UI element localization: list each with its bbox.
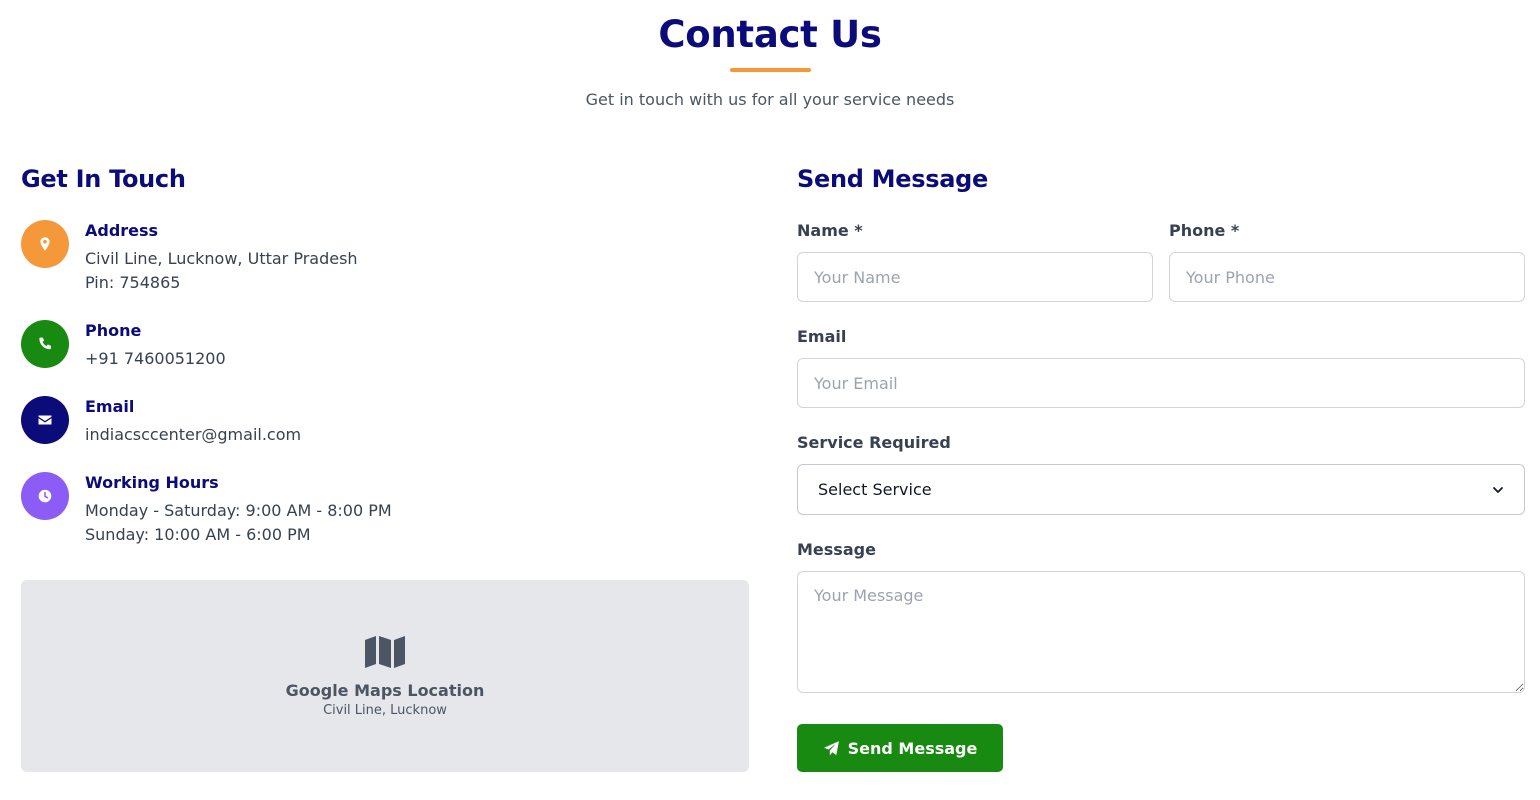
working-hours-title: Working Hours [85, 473, 219, 492]
name-input[interactable] [797, 252, 1153, 302]
email-address: indiacsccenter@gmail.com [85, 425, 302, 444]
get-in-touch-heading: Get In Touch [21, 165, 186, 193]
email-title: Email [85, 397, 135, 416]
get-in-touch-section: Get In Touch Address Civil Line, Lucknow… [21, 162, 749, 772]
location-pin-icon [21, 220, 69, 268]
map-icon [364, 635, 406, 669]
page-title: Contact Us [658, 13, 882, 56]
weekday-hours: Monday - Saturday: 9:00 AM - 8:00 PM [85, 501, 392, 520]
paper-plane-icon [823, 740, 839, 755]
message-textarea[interactable] [797, 571, 1525, 693]
service-label: Service Required [797, 433, 951, 452]
contact-page: Contact Us Get in touch with us for all … [0, 0, 1540, 800]
page-header: Contact Us Get in touch with us for all … [0, 12, 1540, 109]
email-label: Email [797, 327, 847, 346]
send-message-label: Send Message [847, 738, 978, 758]
envelope-icon [21, 396, 69, 444]
send-message-heading: Send Message [797, 165, 988, 193]
title-underline [729, 68, 811, 72]
phone-input[interactable] [1169, 252, 1525, 302]
message-label: Message [797, 540, 876, 559]
address-title: Address [85, 221, 159, 240]
service-select[interactable]: Select Service [797, 464, 1525, 515]
phone-number: +91 7460051200 [85, 349, 226, 368]
sunday-hours: Sunday: 10:00 AM - 6:00 PM [85, 525, 311, 544]
address-pin: Pin: 754865 [85, 273, 181, 292]
send-message-button[interactable]: Send Message [797, 724, 1003, 772]
email-input[interactable] [797, 358, 1525, 408]
phone-label: Phone * [1169, 221, 1240, 240]
map-title: Google Maps Location [285, 680, 485, 700]
address-line: Civil Line, Lucknow, Uttar Pradesh [85, 249, 358, 268]
map-subtitle: Civil Line, Lucknow [323, 702, 447, 718]
service-select-value: Select Service [818, 480, 932, 499]
phone-title: Phone [85, 321, 142, 340]
clock-icon [21, 472, 69, 520]
map-placeholder[interactable]: Google Maps Location Civil Line, Lucknow [21, 580, 749, 772]
chevron-down-icon [1492, 484, 1504, 496]
send-message-form: Send Message Name * Phone * Email Servic… [797, 162, 1525, 772]
name-label: Name * [797, 221, 863, 240]
phone-icon [21, 320, 69, 368]
page-subtitle: Get in touch with us for all your servic… [585, 90, 955, 109]
